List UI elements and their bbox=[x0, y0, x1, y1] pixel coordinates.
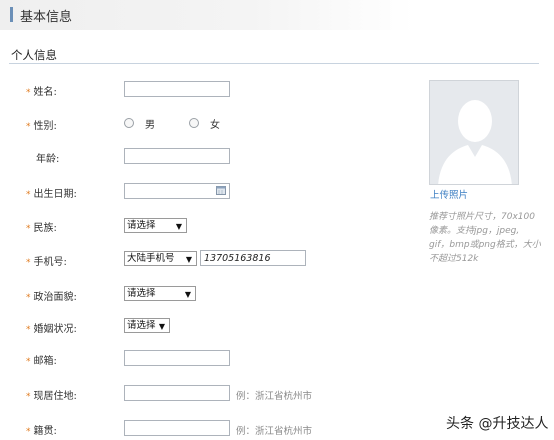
section-divider bbox=[9, 63, 539, 64]
upload-photo-tip: 推荐寸照片尺寸，70x100像素。支持jpg，jpeg, gif，bmp或png… bbox=[429, 212, 541, 264]
gender-male-radio[interactable] bbox=[124, 118, 134, 128]
name-input[interactable] bbox=[124, 81, 230, 97]
required-mark-icon: * bbox=[26, 224, 31, 234]
gender-male-label: 男 bbox=[145, 120, 155, 131]
ethnicity-label: * 民族: bbox=[26, 223, 57, 234]
gender-female-label: 女 bbox=[210, 120, 220, 131]
required-mark-icon: * bbox=[26, 392, 31, 402]
required-mark-icon: * bbox=[26, 122, 31, 132]
required-mark-icon: * bbox=[26, 427, 31, 437]
age-label: 年龄: bbox=[36, 154, 60, 165]
upload-photo-link[interactable]: 上传照片 bbox=[430, 187, 468, 201]
hometown-input[interactable] bbox=[124, 420, 230, 436]
avatar-placeholder bbox=[429, 80, 519, 185]
page-title: 基本信息 bbox=[20, 10, 73, 25]
political-status-label: * 政治面貌: bbox=[26, 292, 77, 303]
required-mark-icon: * bbox=[26, 258, 31, 268]
email-input[interactable] bbox=[124, 350, 230, 366]
birth-date-label: * 出生日期: bbox=[26, 189, 77, 200]
user-silhouette-icon bbox=[430, 81, 518, 184]
residence-input[interactable] bbox=[124, 385, 230, 401]
ethnicity-select[interactable]: 请选择 ▼ bbox=[124, 218, 187, 233]
name-label: * 姓名: bbox=[26, 87, 57, 98]
section-title: 个人信息 bbox=[11, 48, 57, 62]
age-input[interactable] bbox=[124, 148, 230, 164]
dropdown-arrow-icon: ▼ bbox=[158, 322, 165, 331]
calendar-icon[interactable] bbox=[216, 186, 226, 195]
gender-female-radio[interactable] bbox=[189, 118, 199, 128]
marital-status-label: * 婚姻状况: bbox=[26, 324, 77, 335]
political-status-select[interactable]: 请选择 ▼ bbox=[124, 286, 196, 301]
residence-label: * 现居住地: bbox=[26, 391, 77, 402]
dropdown-arrow-icon: ▼ bbox=[175, 222, 182, 231]
required-mark-icon: * bbox=[26, 88, 31, 98]
page-header: 基本信息 bbox=[0, 0, 554, 30]
gender-label: * 性别: bbox=[26, 121, 57, 132]
dropdown-arrow-icon: ▼ bbox=[184, 290, 191, 299]
marital-status-select[interactable]: 请选择 ▼ bbox=[124, 318, 170, 333]
watermark-text: 头条 @升技达人 bbox=[446, 416, 549, 432]
birth-date-input[interactable] bbox=[124, 183, 230, 199]
required-mark-icon: * bbox=[26, 325, 31, 335]
residence-example: 例：浙江省杭州市 bbox=[236, 391, 313, 402]
phone-label: * 手机号: bbox=[26, 257, 67, 268]
phone-input[interactable] bbox=[200, 250, 306, 266]
hometown-label: * 籍贯: bbox=[26, 426, 57, 437]
phone-region-select[interactable]: 大陆手机号 ▼ bbox=[124, 251, 197, 266]
hometown-example: 例：浙江省杭州市 bbox=[236, 426, 313, 437]
required-mark-icon: * bbox=[26, 357, 31, 367]
dropdown-arrow-icon: ▼ bbox=[185, 255, 192, 264]
email-label: * 邮箱: bbox=[26, 356, 57, 367]
required-mark-icon: * bbox=[26, 293, 31, 303]
header-accent-bar bbox=[10, 7, 13, 22]
required-mark-icon: * bbox=[26, 190, 31, 200]
